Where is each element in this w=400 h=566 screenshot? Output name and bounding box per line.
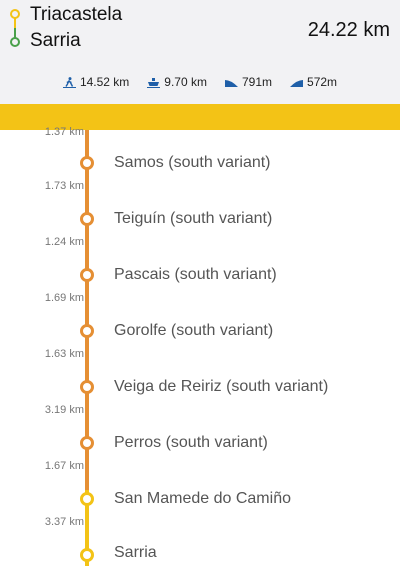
total-distance: 24.22 km [307, 19, 390, 41]
segment-distance: 1.24 km [44, 236, 84, 248]
stop-marker [80, 492, 94, 506]
stop-name: Pascais (south variant) [114, 266, 277, 283]
stop-name: Perros (south variant) [114, 434, 268, 451]
stat-ferry: 9.70 km [147, 73, 207, 91]
stop-name: Gorolfe (south variant) [114, 322, 274, 339]
stop-marker [80, 548, 94, 562]
stat-ascent-value: 572m [307, 75, 338, 89]
destination-name: Sarria [30, 30, 81, 51]
route-timeline: 1.37 km Samos (south variant) 1.73 km Te… [0, 126, 400, 566]
stop-marker [80, 436, 94, 450]
route-header: Triacastela Sarria 24.22 km 14.52 km 9.7… [0, 0, 400, 104]
segment-distance: 3.19 km [44, 404, 84, 416]
segment-distance: 1.67 km [44, 460, 84, 472]
elevation-down-icon [224, 79, 238, 87]
segment-distance: 1.37 km [44, 126, 84, 138]
stat-walking: 14.52 km [62, 73, 130, 91]
stop-name: Teiguín (south variant) [114, 210, 273, 227]
segment-distance: 1.73 km [44, 180, 84, 192]
stat-descent-value: 791m [241, 75, 273, 89]
stop-marker [80, 212, 94, 226]
route-start-end-icon [10, 9, 20, 47]
stop-name: Sarria [114, 544, 157, 561]
stop-marker [80, 268, 94, 282]
segment-distance: 1.69 km [44, 292, 84, 304]
stop-name: San Mamede do Camiño [114, 490, 291, 507]
stat-walking-value: 14.52 km [79, 75, 130, 89]
segment-distance: 3.37 km [44, 516, 84, 528]
stat-ascent: 572m [290, 73, 337, 91]
stop-marker [80, 324, 94, 338]
segment-distance: 1.63 km [44, 348, 84, 360]
origin-name: Triacastela [30, 4, 123, 25]
stat-ferry-value: 9.70 km [164, 75, 207, 89]
walking-flat-icon [62, 76, 76, 88]
stop-marker [80, 156, 94, 170]
stop-name: Samos (south variant) [114, 154, 271, 171]
stat-descent: 791m [224, 73, 273, 91]
route-stats: 14.52 km 9.70 km 791m 572m [0, 73, 400, 91]
ferry-icon [147, 77, 161, 88]
stop-marker [80, 380, 94, 394]
elevation-up-icon [290, 79, 304, 87]
stop-name: Veiga de Reiriz (south variant) [114, 378, 329, 395]
